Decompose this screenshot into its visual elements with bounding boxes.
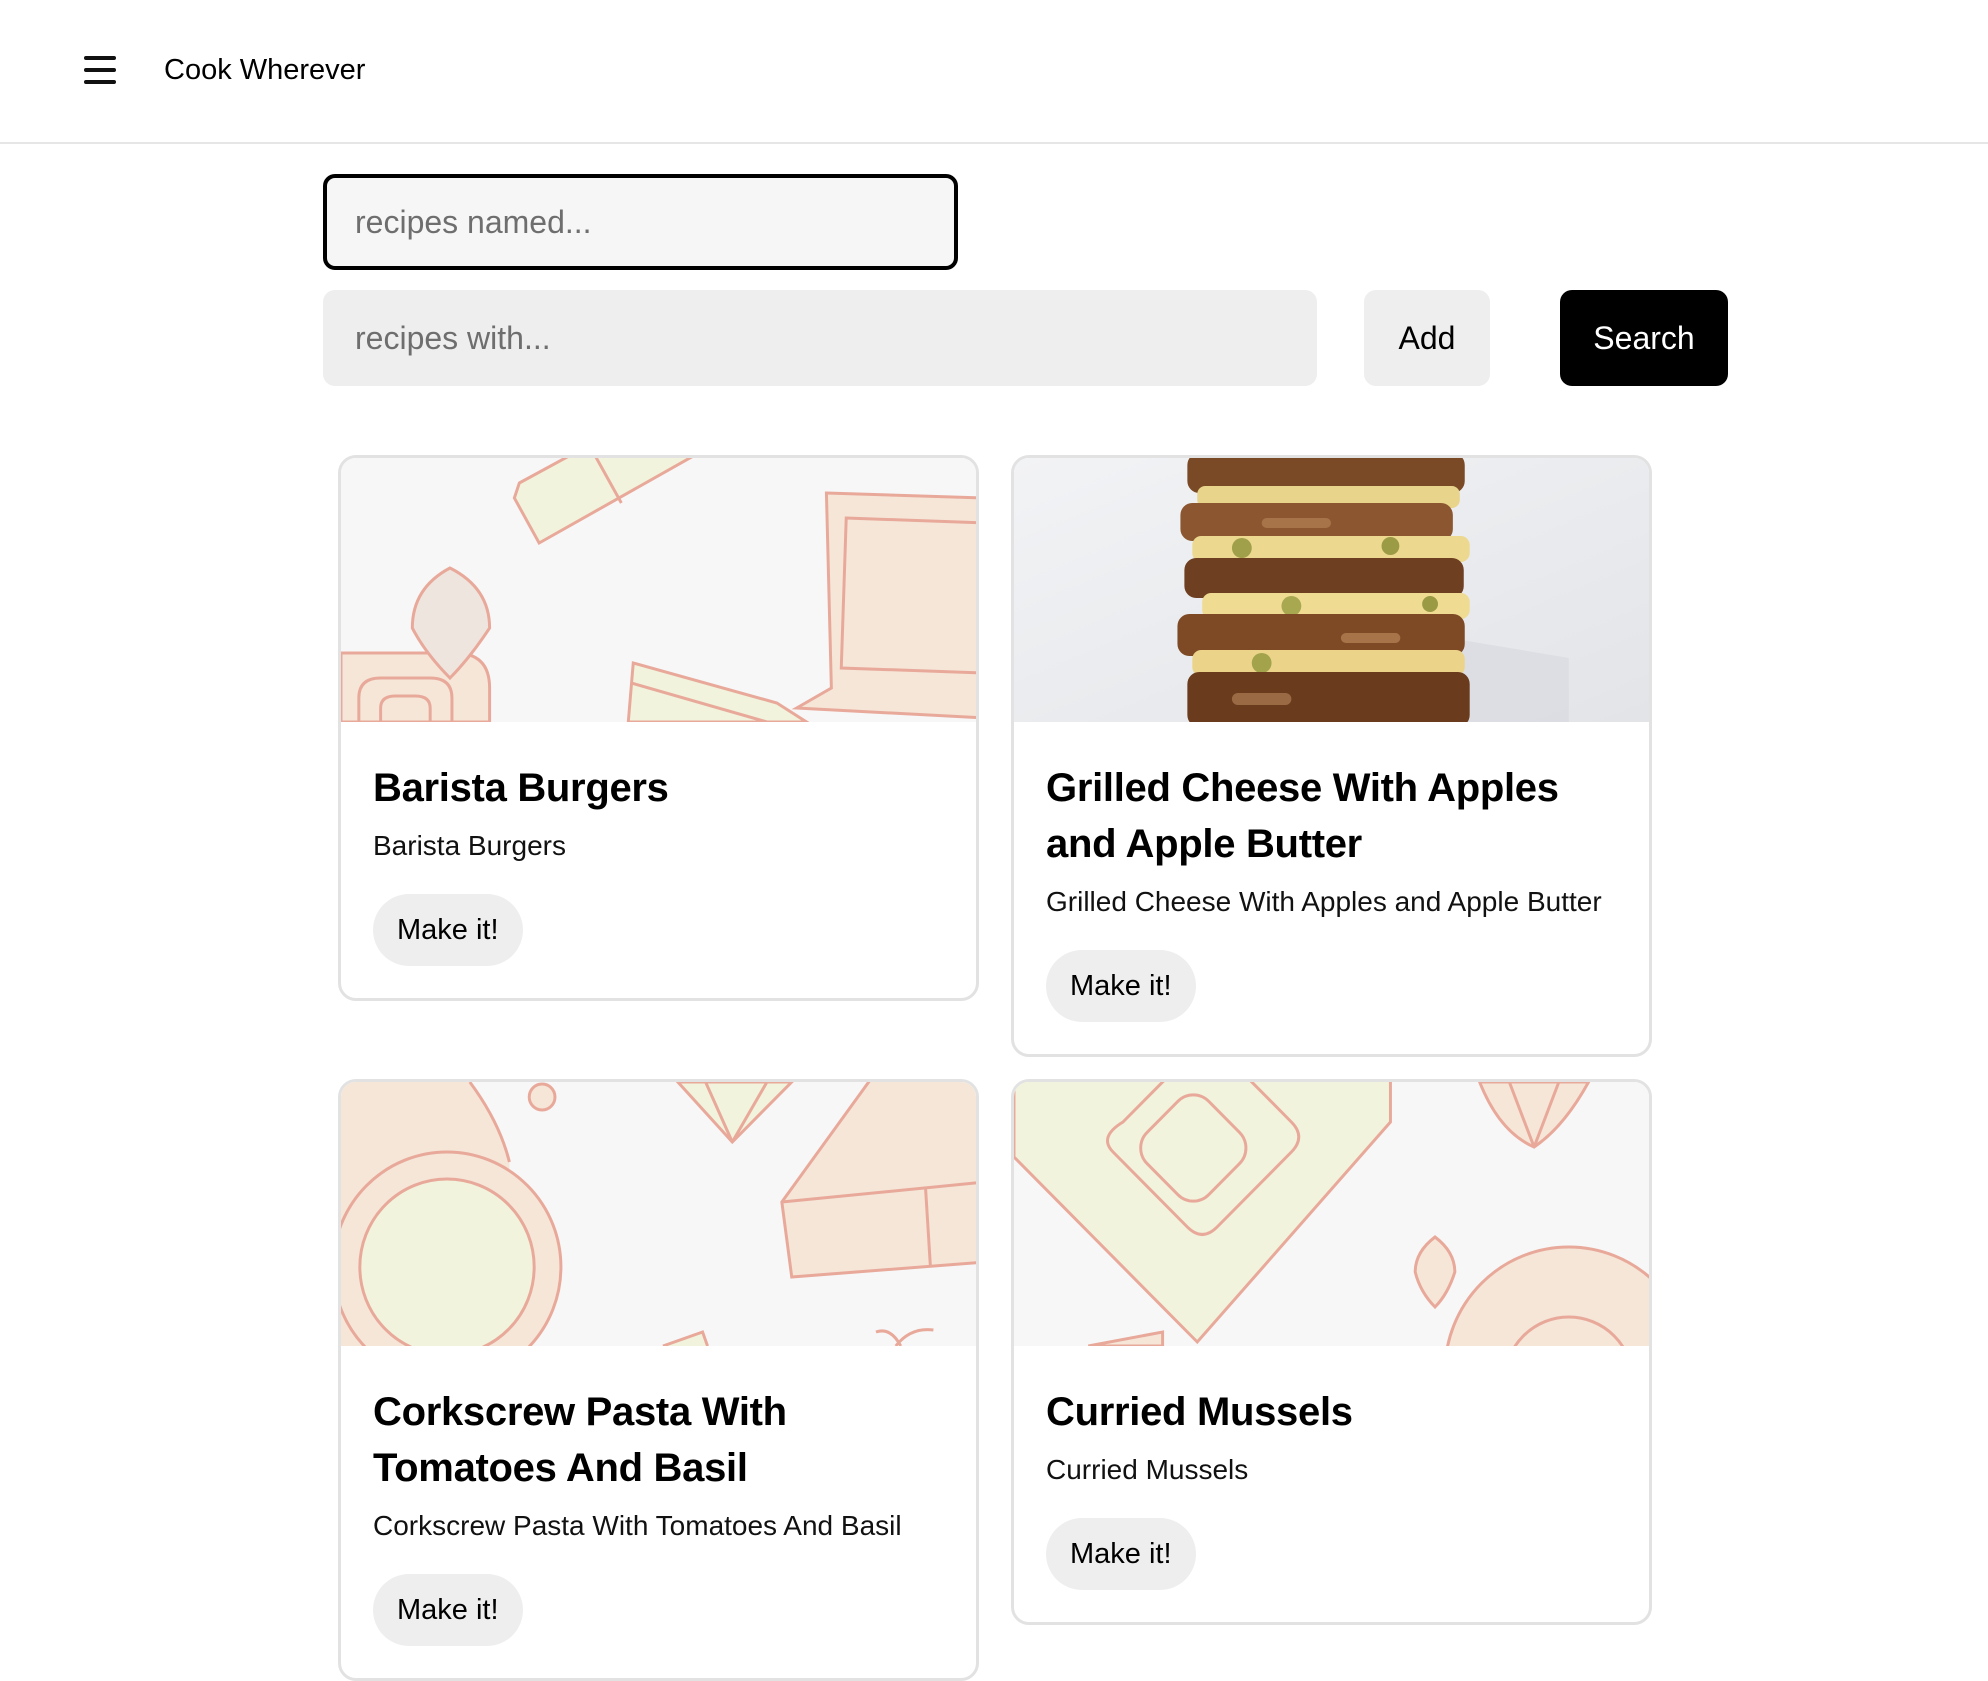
- recipe-title: Corkscrew Pasta With Tomatoes And Basil: [373, 1390, 787, 1490]
- recipe-name-input[interactable]: [323, 174, 958, 270]
- make-it-button[interactable]: Make it!: [1046, 950, 1196, 1022]
- recipe-subtitle: Curried Mussels: [1046, 1454, 1249, 1485]
- add-ingredient-button[interactable]: Add: [1364, 290, 1490, 386]
- recipe-title: Curried Mussels: [1046, 1390, 1353, 1434]
- make-it-button[interactable]: Make it!: [373, 1574, 523, 1646]
- recipe-image-placeholder: [341, 458, 976, 722]
- search-button[interactable]: Search: [1560, 290, 1728, 386]
- app-title: Cook Wherever: [164, 54, 366, 86]
- recipe-image-placeholder: [1014, 1082, 1649, 1346]
- recipe-card: Barista Burgers Barista Burgers Make it!: [338, 455, 979, 1001]
- make-it-button[interactable]: Make it!: [373, 894, 523, 966]
- recipe-title: Barista Burgers: [373, 766, 669, 810]
- make-it-button[interactable]: Make it!: [1046, 1518, 1196, 1590]
- ingredients-input[interactable]: [323, 290, 1317, 386]
- recipe-subtitle: Grilled Cheese With Apples and Apple But…: [1046, 886, 1602, 917]
- recipe-photo: [1014, 458, 1649, 722]
- recipe-image-placeholder: [341, 1082, 976, 1346]
- hamburger-menu-icon[interactable]: [80, 52, 120, 88]
- recipe-subtitle: Corkscrew Pasta With Tomatoes And Basil: [373, 1510, 902, 1541]
- recipe-card: Curried Mussels Curried Mussels Make it!: [1011, 1079, 1652, 1625]
- recipe-title: Grilled Cheese With Apples and Apple But…: [1046, 766, 1559, 866]
- recipe-card: Grilled Cheese With Apples and Apple But…: [1011, 455, 1652, 1057]
- recipe-card: Corkscrew Pasta With Tomatoes And Basil …: [338, 1079, 979, 1681]
- recipe-subtitle: Barista Burgers: [373, 830, 566, 861]
- top-bar: Cook Wherever: [0, 0, 1988, 144]
